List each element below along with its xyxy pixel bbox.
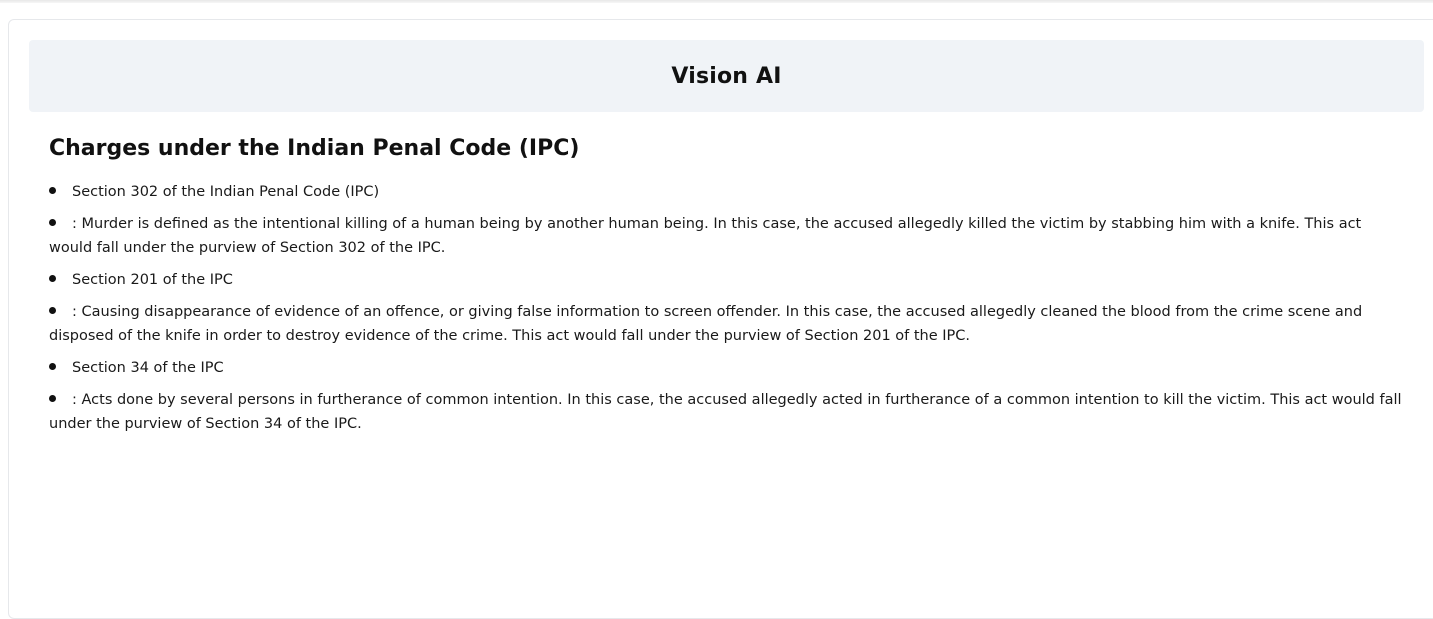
- top-edge-shadow: [0, 0, 1433, 3]
- list-item-text: Section 302 of the Indian Penal Code (IP…: [72, 184, 380, 200]
- list-item: : Murder is defined as the intentional k…: [49, 212, 1407, 260]
- list-item-text: Section 201 of the IPC: [72, 272, 233, 288]
- list-item: Section 34 of the IPC: [49, 356, 1407, 380]
- list-item: Section 201 of the IPC: [49, 268, 1407, 292]
- app-header: Vision AI: [29, 40, 1424, 112]
- bullet-icon: [49, 363, 56, 370]
- charges-list: Section 302 of the Indian Penal Code (IP…: [49, 180, 1407, 436]
- bullet-icon: [49, 219, 56, 226]
- bullet-icon: [49, 395, 56, 402]
- list-item: : Acts done by several persons in furthe…: [49, 388, 1407, 436]
- list-item-text: : Causing disappearance of evidence of a…: [49, 304, 1363, 344]
- list-item: Section 302 of the Indian Penal Code (IP…: [49, 180, 1407, 204]
- bullet-icon: [49, 307, 56, 314]
- list-item: : Causing disappearance of evidence of a…: [49, 300, 1407, 348]
- list-item-text: Section 34 of the IPC: [72, 360, 224, 376]
- bullet-icon: [49, 275, 56, 282]
- app-title: Vision AI: [671, 63, 782, 89]
- response-content: Charges under the Indian Penal Code (IPC…: [49, 133, 1407, 444]
- list-item-text: : Murder is defined as the intentional k…: [49, 216, 1362, 256]
- list-item-text: : Acts done by several persons in furthe…: [49, 392, 1402, 432]
- bullet-icon: [49, 187, 56, 194]
- section-heading: Charges under the Indian Penal Code (IPC…: [49, 136, 580, 161]
